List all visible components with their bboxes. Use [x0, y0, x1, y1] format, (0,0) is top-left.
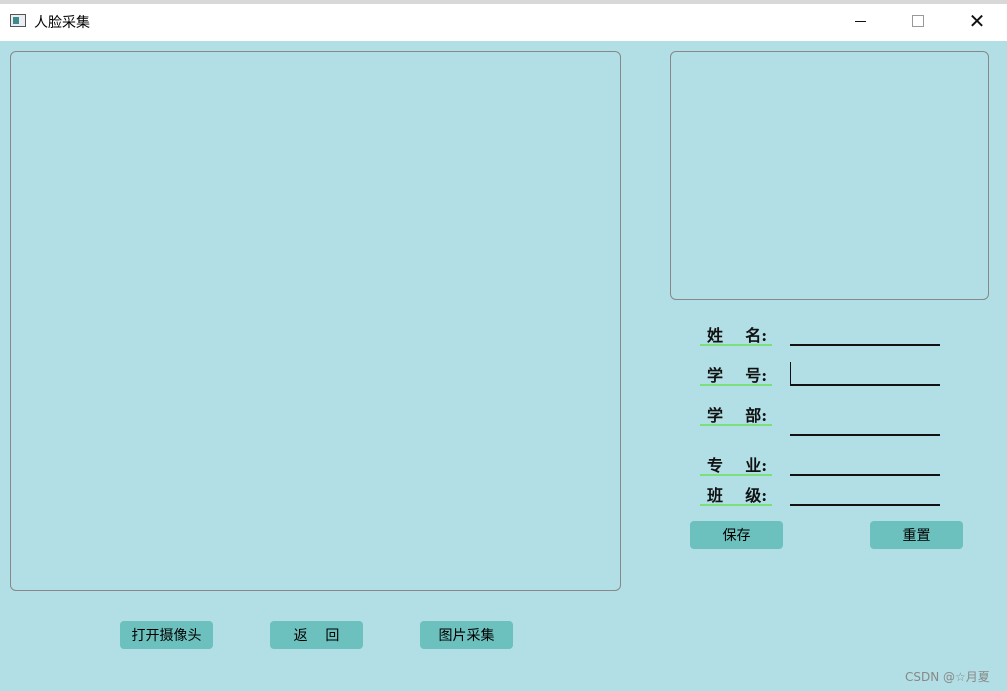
- back-button[interactable]: 返 回: [270, 621, 363, 649]
- top-strip: [0, 0, 1007, 4]
- camera-preview-panel: [10, 51, 621, 591]
- student-id-label: 学 号:: [700, 362, 774, 386]
- maximize-icon: [912, 15, 924, 27]
- student-id-input[interactable]: [790, 362, 940, 386]
- save-button[interactable]: 保存: [690, 521, 783, 549]
- captured-photo-panel: [670, 51, 989, 300]
- department-input[interactable]: [790, 412, 940, 436]
- window-title: 人脸采集: [34, 15, 90, 31]
- capture-image-button[interactable]: 图片采集: [420, 621, 513, 649]
- maximize-button[interactable]: [903, 8, 933, 34]
- name-input[interactable]: [790, 322, 940, 346]
- open-camera-button[interactable]: 打开摄像头: [120, 621, 213, 649]
- watermark: CSDN @☆月夏: [905, 670, 990, 684]
- reset-button[interactable]: 重置: [870, 521, 963, 549]
- minimize-icon: [854, 20, 866, 22]
- app-window-icon: [10, 14, 26, 27]
- department-label: 学 部:: [700, 402, 774, 426]
- class-input[interactable]: [790, 482, 940, 506]
- name-label: 姓 名:: [700, 322, 774, 346]
- major-input[interactable]: [790, 452, 940, 476]
- close-button[interactable]: ✕: [962, 8, 992, 34]
- title-bar: 人脸采集 ✕: [0, 0, 1007, 41]
- class-label: 班 级:: [700, 482, 774, 506]
- minimize-button[interactable]: [845, 8, 875, 34]
- close-icon: ✕: [968, 9, 986, 33]
- major-label: 专 业:: [700, 452, 774, 476]
